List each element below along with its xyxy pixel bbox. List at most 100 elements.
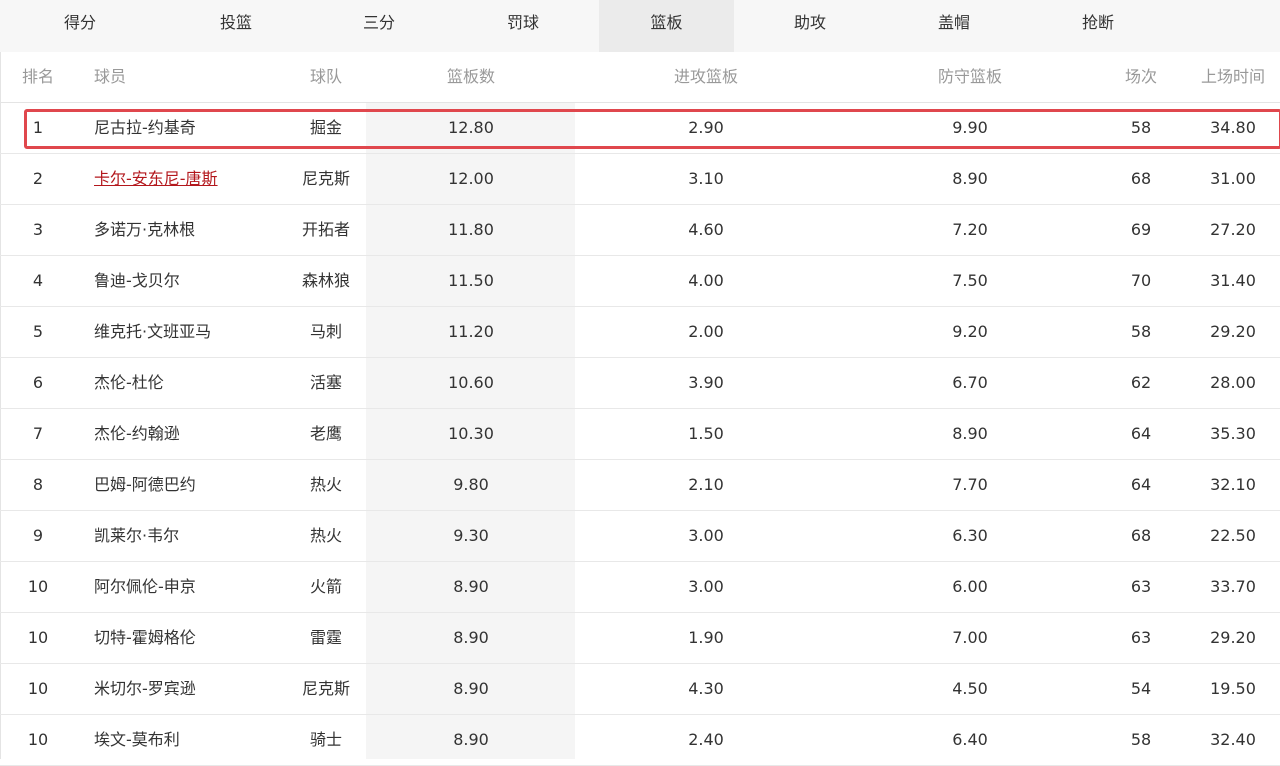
offensive-rebounds-cell: 3.90 xyxy=(688,373,724,392)
team-cell: 骑士 xyxy=(309,730,342,749)
table-row: 4 鲁迪-戈贝尔 森林狼 11.50 4.00 7.50 70 31.40 xyxy=(0,256,1280,307)
player-name: 巴姆-阿德巴约 xyxy=(94,475,196,494)
table-row: 7 杰伦-约翰逊 老鹰 10.30 1.50 8.90 64 35.30 xyxy=(0,409,1280,460)
table-row: 6 杰伦-杜伦 活塞 10.60 3.90 6.70 62 28.00 xyxy=(0,358,1280,409)
defensive-rebounds-cell: 6.70 xyxy=(952,373,988,392)
tab-rebounds[interactable]: 篮板 xyxy=(599,0,734,52)
minutes-cell: 35.30 xyxy=(1210,424,1256,443)
rank-cell: 4 xyxy=(32,271,44,290)
games-cell: 58 xyxy=(1130,118,1152,137)
games-cell: 68 xyxy=(1130,169,1152,188)
table-row: 1 尼古拉-约基奇 掘金 12.80 2.90 9.90 58 34.80 xyxy=(0,103,1280,154)
player-name-link[interactable]: 卡尔-安东尼-唐斯 xyxy=(94,154,304,204)
rebounds-cell: 10.30 xyxy=(448,424,494,443)
minutes-cell: 33.70 xyxy=(1210,577,1256,596)
offensive-rebounds-cell: 2.90 xyxy=(688,118,724,137)
defensive-rebounds-cell: 4.50 xyxy=(952,679,988,698)
offensive-rebounds-cell: 4.60 xyxy=(688,220,724,239)
rank-cell: 6 xyxy=(32,373,44,392)
table-row: 9 凯莱尔·韦尔 热火 9.30 3.00 6.30 68 22.50 xyxy=(0,511,1280,562)
games-cell: 63 xyxy=(1130,577,1152,596)
table-row: 10 切特-霍姆格伦 雷霆 8.90 1.90 7.00 63 29.20 xyxy=(0,613,1280,664)
rank-cell: 10 xyxy=(27,628,49,647)
defensive-rebounds-cell: 7.20 xyxy=(952,220,988,239)
minutes-cell: 32.10 xyxy=(1210,475,1256,494)
rank-cell: 7 xyxy=(32,424,44,443)
minutes-cell: 19.50 xyxy=(1210,679,1256,698)
rank-cell: 9 xyxy=(32,526,44,545)
header-player: 球员 xyxy=(94,67,127,86)
player-name: 鲁迪-戈贝尔 xyxy=(94,271,180,290)
rebounds-cell: 12.00 xyxy=(448,169,494,188)
rank-cell: 8 xyxy=(32,475,44,494)
rebounds-cell: 9.80 xyxy=(453,475,489,494)
header-rebounds: 篮板数 xyxy=(446,67,495,86)
defensive-rebounds-cell: 6.00 xyxy=(952,577,988,596)
rebounds-cell: 9.30 xyxy=(453,526,489,545)
defensive-rebounds-cell: 7.00 xyxy=(952,628,988,647)
player-name: 切特-霍姆格伦 xyxy=(94,628,196,647)
team-cell: 热火 xyxy=(309,526,342,545)
team-cell: 尼克斯 xyxy=(301,169,350,188)
games-cell: 54 xyxy=(1130,679,1152,698)
games-cell: 68 xyxy=(1130,526,1152,545)
player-name: 米切尔-罗宾逊 xyxy=(94,679,196,698)
minutes-cell: 34.80 xyxy=(1210,118,1256,137)
rank-cell: 10 xyxy=(27,577,49,596)
games-cell: 62 xyxy=(1130,373,1152,392)
rank-cell: 10 xyxy=(27,730,49,749)
defensive-rebounds-cell: 9.90 xyxy=(952,118,988,137)
header-team: 球队 xyxy=(309,67,342,86)
minutes-cell: 27.20 xyxy=(1210,220,1256,239)
header-defensive-rebounds: 防守篮板 xyxy=(937,67,1002,86)
defensive-rebounds-cell: 8.90 xyxy=(952,424,988,443)
player-name: 多诺万·克林根 xyxy=(94,220,196,239)
defensive-rebounds-cell: 6.30 xyxy=(952,526,988,545)
rank-cell: 3 xyxy=(32,220,44,239)
header-minutes: 上场时间 xyxy=(1200,67,1265,86)
rebounds-cell: 10.60 xyxy=(448,373,494,392)
games-cell: 70 xyxy=(1130,271,1152,290)
player-name: 维克托·文班亚马 xyxy=(94,322,212,341)
table-row: 10 阿尔佩伦-申京 火箭 8.90 3.00 6.00 63 33.70 xyxy=(0,562,1280,613)
defensive-rebounds-cell: 7.50 xyxy=(952,271,988,290)
rebounds-cell: 11.20 xyxy=(448,322,494,341)
defensive-rebounds-cell: 7.70 xyxy=(952,475,988,494)
rebounds-cell: 8.90 xyxy=(453,730,489,749)
minutes-cell: 29.20 xyxy=(1210,322,1256,341)
player-name: 埃文-莫布利 xyxy=(94,730,180,749)
header-offensive-rebounds: 进攻篮板 xyxy=(673,67,738,86)
table-header: 排名 球员 球队 篮板数 进攻篮板 防守篮板 场次 上场时间 xyxy=(0,52,1280,103)
rank-cell: 1 xyxy=(32,118,44,137)
offensive-rebounds-cell: 3.00 xyxy=(688,526,724,545)
player-name: 尼古拉-约基奇 xyxy=(94,118,196,137)
team-cell: 雷霆 xyxy=(309,628,342,647)
rebounds-cell: 8.90 xyxy=(453,679,489,698)
games-cell: 58 xyxy=(1130,730,1152,749)
table-row: 3 多诺万·克林根 开拓者 11.80 4.60 7.20 69 27.20 xyxy=(0,205,1280,256)
offensive-rebounds-cell: 1.50 xyxy=(688,424,724,443)
offensive-rebounds-cell: 2.10 xyxy=(688,475,724,494)
games-cell: 64 xyxy=(1130,475,1152,494)
rebounds-cell: 12.80 xyxy=(448,118,494,137)
tab-assists[interactable]: 助攻 xyxy=(758,0,862,52)
table-row: 10 埃文-莫布利 骑士 8.90 2.40 6.40 58 32.40 xyxy=(0,715,1280,766)
minutes-cell: 29.20 xyxy=(1210,628,1256,647)
team-cell: 森林狼 xyxy=(301,271,350,290)
offensive-rebounds-cell: 4.30 xyxy=(688,679,724,698)
tab-points[interactable]: 得分 xyxy=(28,0,132,52)
team-cell: 开拓者 xyxy=(301,220,350,239)
player-name: 凯莱尔·韦尔 xyxy=(94,526,180,545)
tab-steals[interactable]: 抢断 xyxy=(1046,0,1150,52)
tab-shooting[interactable]: 投篮 xyxy=(184,0,288,52)
rank-cell: 2 xyxy=(32,169,44,188)
table-row: 2 卡尔-安东尼-唐斯 尼克斯 12.00 3.10 8.90 68 31.00 xyxy=(0,154,1280,205)
minutes-cell: 31.00 xyxy=(1210,169,1256,188)
player-name: 杰伦-杜伦 xyxy=(94,373,164,392)
team-cell: 尼克斯 xyxy=(301,679,350,698)
defensive-rebounds-cell: 6.40 xyxy=(952,730,988,749)
tab-blocks[interactable]: 盖帽 xyxy=(902,0,1006,52)
tab-free-throws[interactable]: 罚球 xyxy=(471,0,575,52)
rebounds-cell: 11.80 xyxy=(448,220,494,239)
tab-three-pointers[interactable]: 三分 xyxy=(327,0,431,52)
